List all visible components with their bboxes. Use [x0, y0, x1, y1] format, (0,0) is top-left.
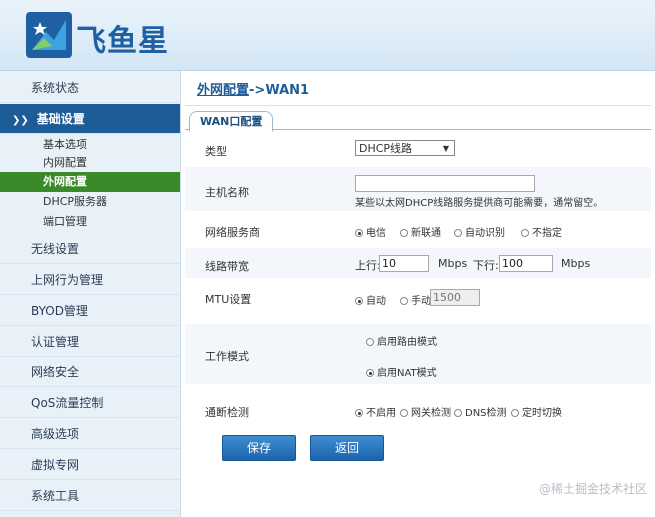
sidebar-item-advanced[interactable]: 高级选项: [0, 419, 180, 449]
radio-icon: [400, 409, 408, 417]
header-divider: [185, 105, 651, 106]
option-label: 启用NAT模式: [377, 368, 437, 379]
back-button[interactable]: 返回: [310, 435, 384, 461]
type-label: 类型: [205, 145, 227, 158]
option-label: 电信: [366, 228, 386, 239]
option-label: 自动识别: [465, 228, 505, 239]
bandwidth-label: 线路带宽: [205, 260, 249, 273]
radio-selected-icon: [355, 409, 363, 417]
watermark: @稀土掘金技术社区: [538, 482, 647, 496]
downstream-input[interactable]: 100: [499, 255, 553, 272]
hostname-input[interactable]: [355, 175, 535, 192]
sidebar-item-basic-settings[interactable]: ❯❯ 基础设置: [0, 104, 180, 134]
option-label: 新联通: [411, 228, 441, 239]
hostname-label: 主机名称: [205, 186, 249, 199]
sidebar-item-auth[interactable]: 认证管理: [0, 327, 180, 357]
option-label: 不指定: [532, 228, 562, 239]
header-banner: 飞鱼星: [0, 0, 655, 71]
upstream-unit: Mbps: [438, 257, 468, 270]
main-content: 外网配置->WAN1 WAN口配置 类型 DHCP线路 ▼ 主机名称 某些以太网D…: [181, 71, 655, 517]
work-mode-label: 工作模式: [205, 350, 249, 363]
mode-option-nat[interactable]: 启用NAT模式: [366, 364, 437, 379]
radio-icon: [400, 229, 408, 237]
detect-option-timed[interactable]: 定时切换: [511, 404, 562, 419]
isp-option-auto[interactable]: 自动识别: [454, 224, 505, 239]
downstream-unit: Mbps: [561, 257, 591, 270]
downstream-label: 下行:: [473, 259, 499, 272]
detect-option-gateway[interactable]: 网关检测: [400, 404, 451, 419]
sidebar-sub-port-management[interactable]: 端口管理: [0, 212, 180, 232]
chevron-double-down-icon: ❯❯: [12, 115, 29, 126]
radio-selected-icon: [355, 229, 363, 237]
option-label: 手动: [411, 296, 431, 307]
sidebar-sub-wan-config[interactable]: 外网配置: [0, 172, 180, 192]
radio-icon: [454, 409, 462, 417]
option-label: 自动: [366, 296, 386, 307]
detect-option-dns[interactable]: DNS检测: [454, 404, 507, 419]
sidebar-item-system-status[interactable]: 系统状态: [0, 73, 180, 103]
sidebar-item-label: 基础设置: [36, 112, 85, 126]
radio-selected-icon: [355, 297, 363, 305]
sidebar-item-wireless[interactable]: 无线设置: [0, 234, 180, 264]
detect-label: 通断检测: [205, 406, 249, 419]
brand-logo: 飞鱼星: [26, 12, 190, 60]
sidebar-sub-dhcp-server[interactable]: DHCP服务器: [0, 192, 180, 212]
mtu-option-manual[interactable]: 手动: [400, 292, 431, 307]
option-label: 定时切换: [522, 408, 562, 419]
mtu-value-input[interactable]: 1500: [430, 289, 480, 306]
option-label: 网关检测: [411, 408, 451, 419]
option-label: DNS检测: [465, 408, 507, 419]
upstream-input[interactable]: 10: [379, 255, 429, 272]
sidebar-sub-basic-options[interactable]: 基本选项: [0, 135, 180, 155]
isp-label: 网络服务商: [205, 226, 260, 239]
mode-option-route[interactable]: 启用路由模式: [366, 333, 437, 348]
breadcrumb-current: WAN1: [265, 83, 310, 98]
radio-icon: [521, 229, 529, 237]
radio-icon: [511, 409, 519, 417]
hostname-hint: 某些以太网DHCP线路服务提供商可能需要，通常留空。: [355, 198, 604, 209]
save-button[interactable]: 保存: [222, 435, 296, 461]
brand-name: 飞鱼星: [76, 24, 169, 59]
option-label: 不启用: [366, 408, 396, 419]
option-label: 启用路由模式: [377, 337, 437, 348]
upstream-label: 上行:: [355, 259, 381, 272]
sidebar-sub-lan-config[interactable]: 内网配置: [0, 153, 180, 173]
mtu-option-auto[interactable]: 自动: [355, 292, 386, 307]
detect-option-off[interactable]: 不启用: [355, 404, 396, 419]
radio-icon: [400, 297, 408, 305]
mtu-label: MTU设置: [205, 293, 252, 306]
breadcrumb: 外网配置->WAN1: [197, 79, 309, 98]
breadcrumb-separator: ->: [249, 83, 266, 98]
radio-icon: [454, 229, 462, 237]
sidebar-item-behavior[interactable]: 上网行为管理: [0, 265, 180, 295]
tab-wan-config[interactable]: WAN口配置: [189, 111, 274, 132]
sidebar-item-security[interactable]: 网络安全: [0, 357, 180, 387]
radio-selected-icon: [366, 369, 374, 377]
isp-option-unicom[interactable]: 新联通: [400, 224, 441, 239]
sidebar-item-qos[interactable]: QoS流量控制: [0, 388, 180, 418]
isp-option-none[interactable]: 不指定: [521, 224, 562, 239]
sidebar-item-vpn[interactable]: 虚拟专网: [0, 450, 180, 480]
fish-star-logo-icon: [26, 12, 72, 58]
isp-option-telecom[interactable]: 电信: [355, 224, 386, 239]
dropdown-arrow-icon: ▼: [442, 144, 449, 153]
breadcrumb-parent-link[interactable]: 外网配置: [197, 83, 249, 98]
sidebar: 系统状态 ❯❯ 基础设置 基本选项 内网配置 外网配置 DHCP服务器 端口管理 …: [0, 71, 181, 517]
type-select[interactable]: DHCP线路 ▼: [355, 140, 455, 156]
sidebar-item-byod[interactable]: BYOD管理: [0, 296, 180, 326]
sidebar-item-system-tools[interactable]: 系统工具: [0, 481, 180, 511]
type-select-value: DHCP线路: [359, 142, 413, 155]
radio-icon: [366, 338, 374, 346]
